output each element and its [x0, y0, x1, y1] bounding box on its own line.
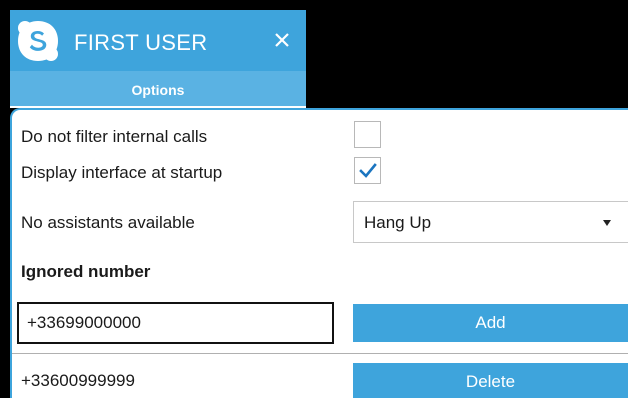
- no-assistants-label: No assistants available: [21, 213, 195, 232]
- window-title: FIRST USER: [74, 30, 208, 55]
- ignored-number-heading: Ignored number: [21, 262, 151, 281]
- tab-options-label: Options: [131, 82, 185, 98]
- checkmark-icon: [359, 163, 377, 178]
- filter-internal-calls-label: Do not filter internal calls: [21, 127, 208, 146]
- ignored-number-input[interactable]: [17, 302, 334, 344]
- close-button[interactable]: [266, 24, 298, 56]
- skype-logo-icon: [18, 21, 58, 61]
- add-button[interactable]: Add: [353, 304, 628, 342]
- list-item[interactable]: +33600999999: [21, 371, 135, 391]
- options-panel: [10, 108, 628, 398]
- display-at-startup-checkbox[interactable]: [354, 157, 381, 184]
- delete-button[interactable]: Delete: [353, 363, 628, 398]
- display-at-startup-label: Display interface at startup: [21, 163, 223, 182]
- no-assistants-select-value: Hang Up: [364, 213, 432, 232]
- tab-options[interactable]: Options: [10, 71, 306, 108]
- chevron-down-icon: [603, 220, 611, 226]
- no-assistants-select[interactable]: Hang Up: [353, 201, 628, 243]
- app-window: FIRST USER Options Do not filter interna…: [0, 0, 628, 398]
- close-icon: [275, 33, 289, 47]
- title-bar: FIRST USER: [10, 10, 306, 71]
- filter-internal-calls-checkbox[interactable]: [354, 121, 381, 148]
- divider: [12, 353, 628, 354]
